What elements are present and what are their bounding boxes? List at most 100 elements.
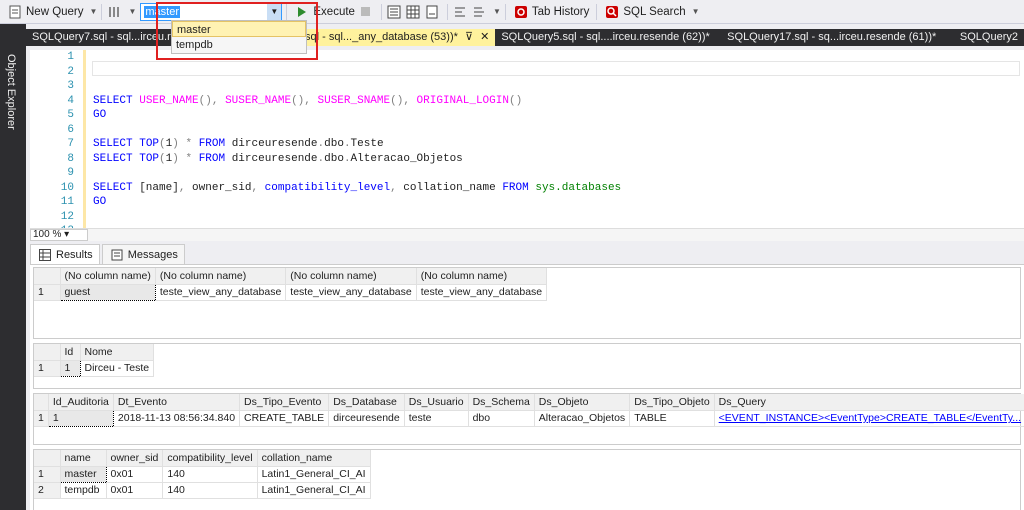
column-header[interactable]: Id xyxy=(60,344,81,361)
grid-cell[interactable]: 1 xyxy=(47,409,114,427)
grid-cell[interactable]: teste_view_any_database xyxy=(416,284,548,301)
table-row[interactable]: 2 tempdb 0x01 140 Latin1_General_CI_AI xyxy=(34,482,371,499)
column-header[interactable]: (No column name) xyxy=(416,268,548,285)
database-dropdown-list: master tempdb xyxy=(171,20,307,54)
table-row[interactable]: 1 1 Dirceu - Teste xyxy=(34,359,155,377)
table-row[interactable]: 1 1 2018-11-13 08:56:34.840 CREATE_TABLE dir… xyxy=(34,409,1024,427)
row-number[interactable]: 1 xyxy=(34,466,61,483)
new-query-button[interactable]: New Query xyxy=(4,2,87,22)
grid-cell[interactable]: 0x01 xyxy=(106,482,164,499)
stop-icon[interactable] xyxy=(358,4,374,20)
table-row[interactable]: 1 master 0x01 140 Latin1_General_CI_AI xyxy=(34,465,371,483)
chevron-down-icon[interactable]: ▼ xyxy=(267,3,282,20)
grid-cell[interactable]: teste_view_any_database xyxy=(155,284,287,301)
grid-cell[interactable]: master xyxy=(59,465,107,483)
result-grid-4[interactable]: name owner_sid compatibility_level collatio… xyxy=(33,449,1021,510)
results-to-grid-icon[interactable] xyxy=(405,4,421,20)
column-header[interactable]: Nome xyxy=(80,344,155,361)
close-icon[interactable]: ✕ xyxy=(480,31,489,43)
tab-sqlquery17[interactable]: SQLQuery17.sql - sq...irceu.resende (61)… xyxy=(721,29,954,46)
grid-cell[interactable]: 140 xyxy=(162,466,258,483)
column-header[interactable]: Ds_Tipo_Objeto xyxy=(629,394,715,411)
database-option-master[interactable]: master xyxy=(172,21,306,37)
main-toolbar: New Query ▼ ▼ master ▼ Execute ▼ Tab His… xyxy=(0,0,1024,24)
column-header[interactable]: Id_Auditoria xyxy=(48,394,114,411)
code-area[interactable]: SELECT USER_NAME(), SUSER_NAME(), SUSER_… xyxy=(93,50,1024,228)
uncomment-icon[interactable] xyxy=(471,4,487,20)
column-header[interactable]: (No column name) xyxy=(285,268,417,285)
grid-cell[interactable]: 140 xyxy=(162,482,258,499)
tab-sqlquery2[interactable]: SQLQuery2 xyxy=(954,29,1024,46)
db-connect-icon[interactable] xyxy=(106,4,122,20)
grid-header-row: name owner_sid compatibility_level collatio… xyxy=(34,450,371,467)
result-grid-3[interactable]: Id_Auditoria Dt_Evento Ds_Tipo_Evento Ds_Da… xyxy=(33,393,1024,445)
column-header[interactable]: owner_sid xyxy=(106,450,164,467)
results-to-text-icon[interactable] xyxy=(386,4,402,20)
column-header[interactable]: Ds_Schema xyxy=(468,394,535,411)
toolbar-separator xyxy=(446,3,448,20)
column-header[interactable]: Ds_Query xyxy=(714,394,1024,411)
grid-cell[interactable]: TABLE xyxy=(629,410,715,427)
grid-cell[interactable]: 0x01 xyxy=(106,466,164,483)
more-commands-icon[interactable]: ▼ xyxy=(493,7,501,16)
sql-search-button[interactable]: SQL Search xyxy=(601,2,688,22)
tab-active-query[interactable]: 6.sql - sql..._any_database (53))* ⊽ ✕ xyxy=(289,29,496,46)
result-grid-1[interactable]: (No column name) (No column name) (No colu… xyxy=(33,267,1021,339)
code-line: SELECT TOP(1) * FROM dirceuresende.dbo.A… xyxy=(93,152,463,165)
tab-messages[interactable]: Messages xyxy=(101,244,185,264)
database-option-tempdb[interactable]: tempdb xyxy=(172,37,306,53)
column-header[interactable]: (No column name) xyxy=(60,268,156,285)
object-explorer-strip[interactable]: Object Explorer xyxy=(0,24,26,510)
column-header[interactable]: compatibility_level xyxy=(162,450,258,467)
grid-cell[interactable]: tempdb xyxy=(60,482,107,499)
toolbar-overflow-icon[interactable]: ▼ xyxy=(692,7,700,16)
object-explorer-label[interactable]: Object Explorer xyxy=(5,54,17,130)
column-header[interactable]: Ds_Tipo_Evento xyxy=(239,394,330,411)
column-header[interactable]: (No column name) xyxy=(155,268,287,285)
column-header[interactable]: name xyxy=(60,450,107,467)
grid-cell[interactable]: 2018-11-13 08:56:34.840 xyxy=(113,410,241,427)
results-to-file-icon[interactable] xyxy=(424,4,440,20)
code-line: GO xyxy=(93,196,107,208)
grid-cell[interactable]: <EVENT_INSTANCE><EventType>CREATE_TABLE<… xyxy=(714,410,1024,427)
grid-cell[interactable]: teste xyxy=(404,410,469,427)
column-header[interactable]: Ds_Usuario xyxy=(404,394,469,411)
execute-button[interactable]: Execute xyxy=(291,2,358,22)
grid-cell[interactable]: 1 xyxy=(59,359,81,377)
result-grid-2[interactable]: Id Nome 1 1 Dirceu - Teste xyxy=(33,343,1021,389)
grid-cell[interactable]: dbo xyxy=(468,410,535,427)
row-number[interactable]: 1 xyxy=(34,410,49,427)
pin-icon[interactable]: ⊽ xyxy=(465,31,473,43)
query-editor[interactable]: 12345678910111213 SELECT USER_NAME(), SU… xyxy=(30,50,1024,228)
toolbar-separator xyxy=(286,3,288,20)
zoom-selector[interactable]: 100 % ▾ xyxy=(30,229,88,241)
row-number[interactable]: 2 xyxy=(34,482,61,499)
code-line: SELECT TOP(1) * FROM dirceuresende.dbo.T… xyxy=(93,138,384,150)
grid-cell[interactable]: Latin1_General_CI_AI xyxy=(257,482,371,499)
database-selector[interactable]: master ▼ xyxy=(140,2,283,21)
column-header[interactable]: Dt_Evento xyxy=(113,394,241,411)
row-number[interactable]: 1 xyxy=(34,360,61,377)
column-header[interactable]: Ds_Database xyxy=(328,394,405,411)
grid-cell[interactable]: CREATE_TABLE xyxy=(239,410,330,427)
grid-cell[interactable]: Alteracao_Objetos xyxy=(534,410,631,427)
comment-icon[interactable] xyxy=(452,4,468,20)
tab-history-button[interactable]: Tab History xyxy=(510,2,593,22)
grid-header-row: (No column name) (No column name) (No colu… xyxy=(34,268,548,285)
column-header[interactable]: Ds_Objeto xyxy=(534,394,631,411)
grid-cell[interactable]: Latin1_General_CI_AI xyxy=(257,466,371,483)
table-row[interactable]: 1 guest teste_view_any_database teste_view_… xyxy=(34,283,548,301)
tab-sqlquery7[interactable]: SQLQuery7.sql - sql...irceu.res xyxy=(26,29,182,46)
new-query-dropdown-icon[interactable]: ▼ xyxy=(90,7,98,16)
grid-cell[interactable]: dirceuresende xyxy=(328,410,405,427)
column-header[interactable]: collation_name xyxy=(257,450,371,467)
line-number: 9 xyxy=(67,167,74,179)
grid-cell[interactable]: teste_view_any_database xyxy=(285,284,417,301)
connect-dropdown-icon[interactable]: ▼ xyxy=(128,7,136,16)
grid-cell[interactable]: Dirceu - Teste xyxy=(80,360,155,377)
row-number[interactable]: 1 xyxy=(34,284,61,301)
execute-label: Execute xyxy=(313,5,355,18)
tab-sqlquery5[interactable]: SQLQuery5.sql - sql....irceu.resende (62… xyxy=(495,29,721,46)
tab-results[interactable]: Results xyxy=(30,244,100,264)
grid-cell[interactable]: guest xyxy=(59,283,156,301)
